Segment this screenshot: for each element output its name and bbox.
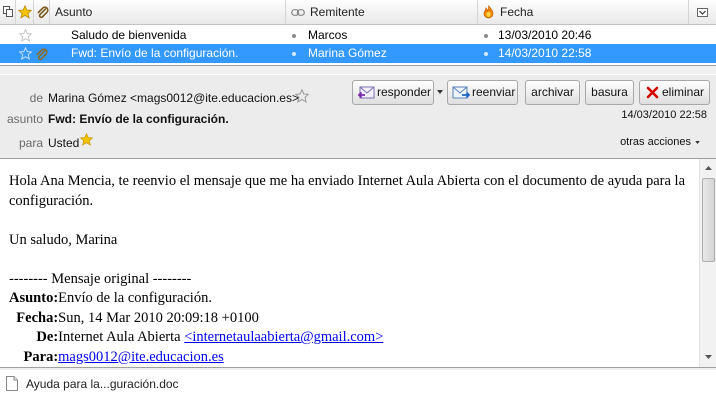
attachment-column-header[interactable] [34, 0, 50, 24]
star-column-header[interactable] [16, 0, 34, 24]
reply-label: responder [377, 85, 432, 99]
message-sender: Marina Gómez [308, 46, 387, 60]
paperclip-icon [37, 6, 49, 19]
original-message-headers: Asunto: Envío de la configuración. Fecha… [9, 289, 383, 367]
column-header-bar: Asunto Remitente Fecha [0, 0, 716, 25]
reply-icon [357, 86, 375, 99]
message-body-text: Hola Ana Mencia, te reenvio el mensaje q… [9, 172, 693, 367]
scrollbar-thumb[interactable] [702, 178, 715, 262]
contact-star-icon[interactable] [80, 133, 93, 146]
sender-column-header[interactable]: Remitente [286, 0, 478, 24]
thread-icon [3, 6, 13, 17]
add-contact-star-icon[interactable] [295, 89, 309, 103]
column-picker-icon [697, 8, 708, 17]
orig-subject-key: Asunto: [9, 290, 59, 306]
message-date: 13/03/2010 20:46 [498, 28, 592, 42]
orig-date-value: Sun, 14 Mar 2010 20:09:18 +0100 [58, 309, 259, 326]
archive-button[interactable]: archivar [525, 80, 580, 105]
message-body[interactable]: Hola Ana Mencia, te reenvio el mensaje q… [0, 158, 716, 368]
orig-subject-value: Envío de la configuración. [58, 290, 212, 306]
subject-label: asunto [6, 112, 43, 126]
orig-from-key: De: [36, 329, 59, 345]
from-address[interactable]: Marina Gómez <mags0012@ite.educacion.es> [48, 91, 299, 105]
star-outline-icon [19, 29, 32, 42]
sender-column-label: Remitente [310, 5, 365, 19]
message-date: 14/03/2010 22:58 [498, 46, 592, 60]
orig-from-name: Internet Aula Abierta [58, 329, 185, 345]
date-column-label: Fecha [500, 5, 534, 19]
delete-button[interactable]: eliminar [639, 80, 710, 105]
body-signoff: Un saludo, Marina [9, 231, 118, 248]
message-subject: Fwd: Envío de la configuración. [71, 46, 239, 60]
message-row[interactable]: Saludo de bienvenida Marcos 13/03/2010 2… [0, 26, 716, 45]
junk-status-dot[interactable] [484, 44, 490, 63]
delete-label: eliminar [662, 85, 705, 99]
more-actions-button[interactable]: otras acciones [620, 136, 700, 148]
to-label: para [18, 136, 43, 150]
orig-from-value: Internet Aula Abierta <internetaulaabier… [58, 328, 383, 348]
original-message-header: -------- Mensaje original -------- [9, 270, 192, 287]
read-status-dot[interactable] [292, 44, 298, 63]
body-scrollbar[interactable] [699, 159, 716, 367]
chevron-down-icon [437, 90, 443, 94]
message-list: Asunto Remitente Fecha Saludo de bienven… [0, 0, 716, 66]
subject-value: Fwd: Envío de la configuración. [48, 112, 229, 126]
more-actions-label: otras acciones [620, 136, 691, 148]
orig-to-email-link[interactable]: mags0012@ite.educacion.es [58, 349, 224, 365]
reply-dropdown[interactable] [436, 80, 444, 105]
attachment-name: Ayuda para la...guración.doc [26, 377, 179, 391]
orig-date-key: Fecha: [16, 309, 59, 326]
thread-column-header[interactable] [0, 0, 16, 24]
attachment-item[interactable]: Ayuda para la...guración.doc [4, 373, 204, 397]
read-status-dot[interactable] [292, 26, 298, 45]
link-icon [291, 9, 305, 16]
star-toggle[interactable] [19, 44, 33, 63]
message-sender: Marcos [308, 28, 348, 42]
attachment-bar: Ayuda para la...guración.doc [0, 370, 716, 405]
forward-button[interactable]: reenviar [447, 80, 518, 105]
message-row-selected[interactable]: Fwd: Envío de la configuración. Marina G… [0, 44, 716, 63]
forward-icon [452, 86, 470, 99]
attachment-indicator [35, 44, 49, 63]
date-column-header[interactable]: Fecha [478, 0, 688, 24]
from-value[interactable]: Marina Gómez <mags0012@ite.educacion.es> [48, 91, 299, 105]
paperclip-icon [36, 48, 48, 61]
junk-button[interactable]: basura [585, 80, 634, 105]
subject-column-header[interactable]: Asunto [50, 0, 286, 24]
flame-icon [483, 5, 494, 19]
message-subject: Saludo de bienvenida [71, 28, 187, 42]
chevron-down-icon [695, 140, 700, 144]
forward-label: reenviar [472, 85, 516, 99]
from-label: de [29, 91, 43, 105]
orig-from-email-link[interactable]: <internetaulaabierta@gmail.com> [184, 329, 383, 345]
document-icon [6, 376, 18, 391]
orig-to-key: Para: [23, 348, 59, 365]
column-picker[interactable] [688, 0, 716, 24]
to-value[interactable]: Usted [48, 136, 79, 150]
star-icon [18, 5, 32, 19]
scroll-up-arrow[interactable] [701, 160, 716, 176]
body-greeting: Hola Ana Mencia, te reenvio el mensaje q… [9, 173, 685, 209]
delete-x-icon [646, 86, 659, 99]
junk-status-dot[interactable] [484, 26, 490, 45]
scroll-down-arrow[interactable] [701, 349, 716, 365]
message-date-header: 14/03/2010 22:58 [621, 109, 707, 121]
star-outline-icon [19, 47, 32, 60]
orig-to-value: mags0012@ite.educacion.es [58, 348, 383, 368]
reply-button[interactable]: responder [352, 80, 434, 105]
star-toggle[interactable] [19, 26, 33, 45]
